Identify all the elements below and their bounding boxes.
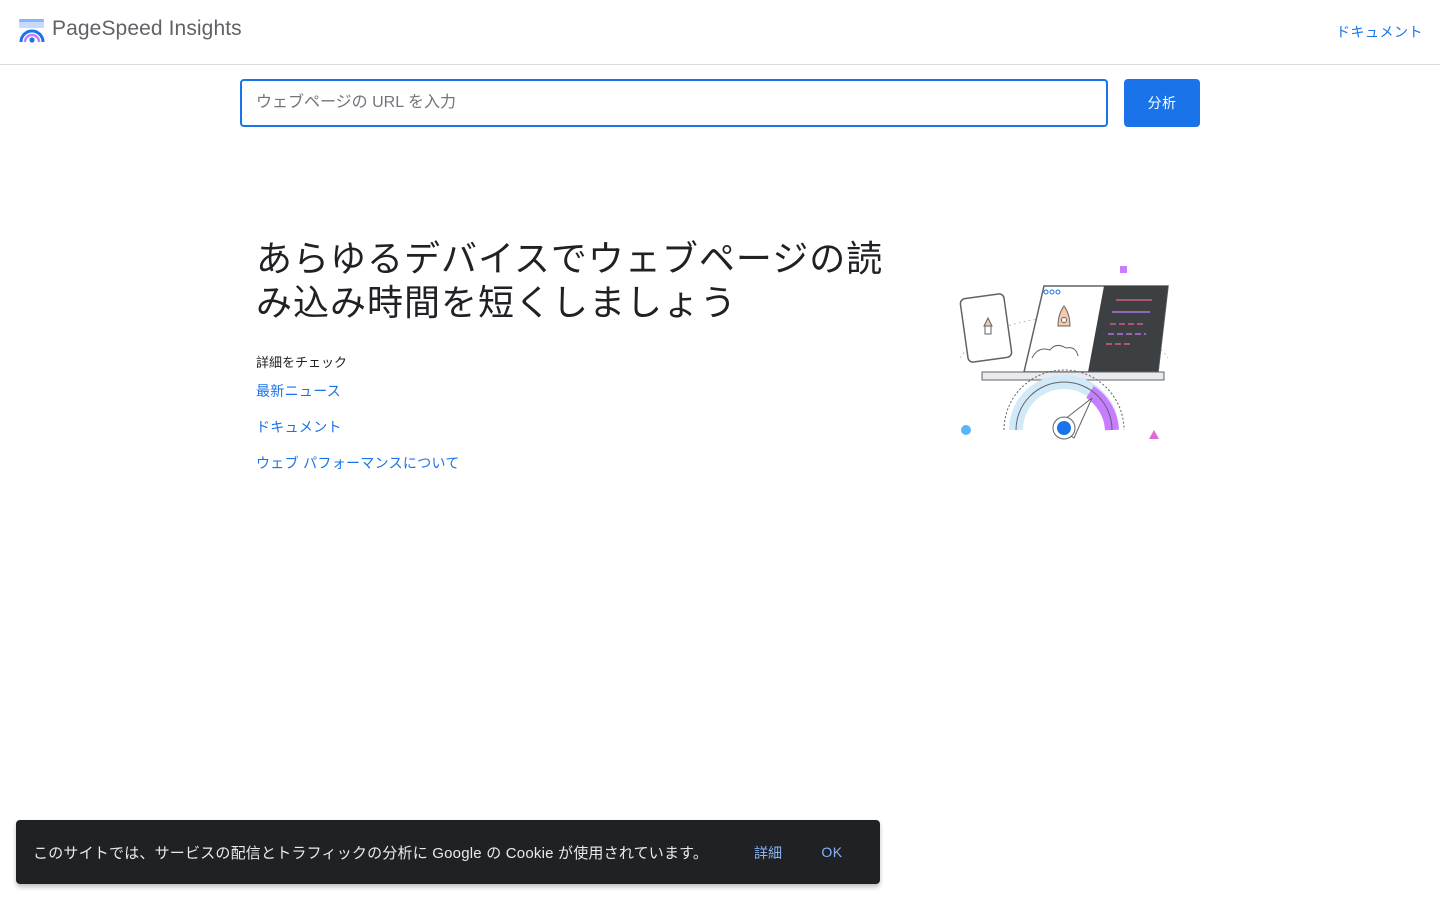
- phone-icon: [959, 293, 1013, 363]
- url-input[interactable]: [240, 79, 1108, 127]
- web-performance-link[interactable]: ウェブ パフォーマンスについて: [256, 455, 460, 471]
- top-app-bar: PageSpeed Insights ドキュメント: [0, 0, 1440, 65]
- learn-more-heading: 詳細をチェック: [256, 355, 348, 370]
- cookie-notice: このサイトでは、サービスの配信とトラフィックの分析に Google の Cook…: [16, 820, 880, 884]
- rocket-speed-illustration: [959, 266, 1169, 440]
- learn-more-links: 最新ニュース ドキュメント ウェブ パフォーマンスについて: [256, 381, 460, 489]
- link-item: ドキュメント: [256, 417, 460, 453]
- analyze-button[interactable]: 分析: [1124, 79, 1200, 127]
- documentation-link[interactable]: ドキュメント: [256, 419, 342, 435]
- cookie-ok-button[interactable]: OK: [810, 836, 854, 868]
- cookie-details-link[interactable]: 詳細: [754, 843, 782, 863]
- pagespeed-logo-icon[interactable]: [18, 18, 46, 44]
- hero-title: あらゆるデバイスでウェブページの読み込み時間を短くしましょう: [256, 239, 884, 324]
- link-item: ウェブ パフォーマンスについて: [256, 453, 460, 489]
- product-name[interactable]: PageSpeed Insights: [52, 17, 242, 41]
- link-item: 最新ニュース: [256, 381, 460, 417]
- latest-news-link[interactable]: 最新ニュース: [256, 383, 341, 399]
- laptop-icon: [981, 285, 1169, 381]
- cookie-notice-text: このサイトでは、サービスの配信とトラフィックの分析に Google の Cook…: [33, 845, 709, 862]
- header-docs-link[interactable]: ドキュメント: [1336, 22, 1423, 42]
